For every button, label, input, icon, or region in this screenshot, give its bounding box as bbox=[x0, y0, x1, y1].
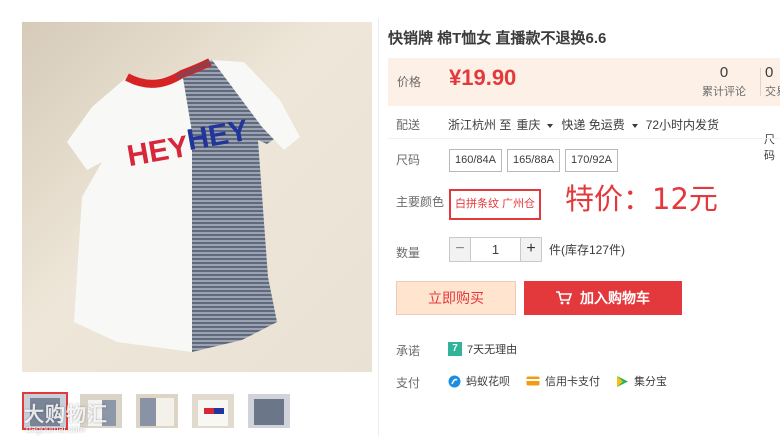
size-label: 尺码 bbox=[396, 153, 421, 167]
quantity-minus-button[interactable]: − bbox=[449, 237, 471, 262]
payment-huabei[interactable]: 蚂蚁花呗 bbox=[448, 373, 510, 389]
shipping-label: 配送 bbox=[396, 118, 421, 132]
size-option-170[interactable]: 170/92A bbox=[564, 149, 618, 172]
payment-row: 蚂蚁花呗 信用卡支付 集分宝 bbox=[448, 373, 683, 389]
thumbnail-2[interactable] bbox=[78, 392, 124, 430]
shipping-row: 浙江杭州 至重庆 快递 免运费 72小时内发货 bbox=[448, 116, 724, 133]
shipping-method[interactable]: 快递 免运费 bbox=[561, 118, 624, 132]
promise-row: 7 7天无理由 bbox=[448, 341, 517, 357]
trades-count: 0 bbox=[765, 64, 774, 81]
reviews-count: 0 bbox=[719, 64, 729, 81]
price-label: 价格 bbox=[397, 75, 422, 89]
color-label: 主要颜色 bbox=[396, 195, 445, 209]
product-info-panel: 快销牌 棉T恤女 直播款不退换6.6 价格 ¥19.90 0 累计评论 0 交易… bbox=[378, 0, 780, 436]
promise-text[interactable]: 7天无理由 bbox=[467, 341, 517, 357]
payment-credit-card-label: 信用卡支付 bbox=[545, 376, 600, 388]
destination-chevron-down-icon[interactable] bbox=[547, 123, 554, 128]
shipping-cut-text: 尺码 bbox=[764, 134, 775, 162]
quantity-label: 数量 bbox=[396, 246, 421, 260]
main-product-image: HEY HEY bbox=[22, 22, 372, 372]
special-price-text: 特价：12元 bbox=[565, 182, 718, 216]
trades-stat[interactable]: 0 交易成 bbox=[765, 64, 780, 99]
jifenbao-icon bbox=[617, 375, 628, 387]
reviews-label: 累计评论 bbox=[702, 86, 746, 98]
payment-jifenbao-label: 集分宝 bbox=[634, 376, 667, 388]
promise-label: 承诺 bbox=[396, 344, 421, 358]
add-to-cart-button[interactable]: 加入购物车 bbox=[524, 281, 682, 315]
seven-day-icon: 7 bbox=[448, 342, 462, 356]
trades-label: 交易成 bbox=[765, 86, 780, 98]
thumbnail-4[interactable] bbox=[190, 392, 236, 430]
payment-label: 支付 bbox=[396, 376, 421, 390]
divider bbox=[388, 138, 780, 139]
price-value: ¥19.90 bbox=[449, 65, 517, 90]
quantity-plus-button[interactable]: + bbox=[520, 237, 542, 262]
color-option-selected[interactable]: 白拼条纹 广州仓 bbox=[449, 189, 542, 220]
payment-huabei-label: 蚂蚁花呗 bbox=[466, 376, 510, 388]
thumbnail-3[interactable] bbox=[134, 392, 180, 430]
quantity-input[interactable]: 1 bbox=[471, 237, 520, 262]
ant-huabei-icon bbox=[448, 375, 461, 387]
shipping-dispatch: 72小时内发货 bbox=[645, 118, 720, 132]
shipping-destination[interactable]: 重庆 bbox=[516, 118, 540, 132]
size-options: 160/84A 165/88A 170/92A bbox=[449, 149, 618, 172]
shipping-origin: 浙江杭州 至 bbox=[448, 118, 512, 132]
quantity-stock: 件(库存127件) bbox=[549, 243, 626, 257]
add-to-cart-label: 加入购物车 bbox=[580, 290, 650, 306]
payment-jifenbao[interactable]: 集分宝 bbox=[616, 373, 667, 389]
size-option-160[interactable]: 160/84A bbox=[449, 149, 502, 172]
cart-icon bbox=[556, 290, 572, 305]
method-chevron-down-icon[interactable] bbox=[631, 123, 638, 128]
credit-card-icon bbox=[526, 376, 540, 386]
price-box: 价格 ¥19.90 0 累计评论 0 交易成 bbox=[388, 58, 780, 106]
thumbnail-1[interactable] bbox=[22, 392, 68, 430]
payment-credit-card[interactable]: 信用卡支付 bbox=[526, 373, 600, 389]
quantity-stepper: − 1 + 件(库存127件) bbox=[449, 237, 625, 262]
stat-divider bbox=[760, 68, 761, 96]
thumbnail-5[interactable] bbox=[246, 392, 292, 430]
size-option-165[interactable]: 165/88A bbox=[506, 149, 560, 172]
buy-now-button[interactable]: 立即购买 bbox=[396, 281, 516, 315]
reviews-stat[interactable]: 0 累计评论 bbox=[702, 64, 746, 99]
product-title: 快销牌 棉T恤女 直播款不退换6.6 bbox=[388, 30, 607, 47]
thumbnail-strip bbox=[22, 392, 292, 430]
